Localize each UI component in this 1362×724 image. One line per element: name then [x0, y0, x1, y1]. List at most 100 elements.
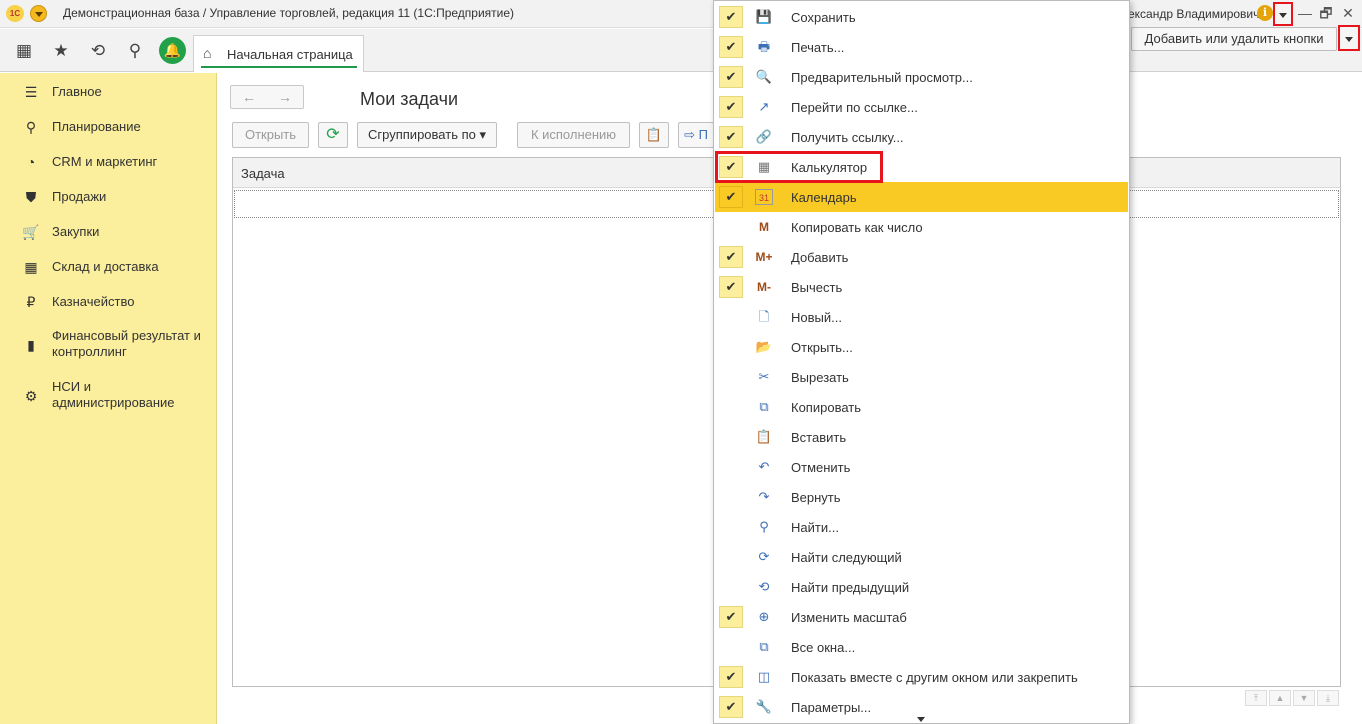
- checkmark-icon[interactable]: ✔: [719, 606, 743, 628]
- menu-item-label: Найти...: [791, 520, 839, 535]
- menu-item[interactable]: ✔ ↗ Перейти по ссылке...: [715, 92, 1128, 122]
- add-remove-buttons-button[interactable]: Добавить или удалить кнопки: [1131, 27, 1337, 51]
- maximize-button[interactable]: 🗗: [1317, 4, 1335, 22]
- forward-arrow-icon[interactable]: →: [267, 89, 303, 105]
- refresh-icon[interactable]: ⟳: [318, 122, 348, 148]
- scroll-top-icon[interactable]: ⤒: [1245, 690, 1267, 706]
- calculator-icon: ▦: [757, 159, 771, 174]
- favorites-icon[interactable]: ★: [51, 41, 71, 61]
- next-task-button[interactable]: ⇨ П: [678, 122, 714, 148]
- memory-icon: M: [759, 220, 769, 234]
- copy-icon: ⧉: [759, 399, 769, 414]
- menu-item[interactable]: ↷ Вернуть: [715, 482, 1128, 512]
- menu-item-label: Вставить: [791, 430, 847, 445]
- crm-icon: ◔: [26, 154, 36, 170]
- sidebar-item-label: Казначейство: [52, 294, 135, 309]
- menu-item-label: Параметры...: [791, 700, 872, 715]
- sidebar-item-crm[interactable]: ◔ CRM и маркетинг: [0, 153, 216, 175]
- clipboard-icon[interactable]: 📋: [639, 122, 669, 148]
- minimize-button[interactable]: —: [1296, 4, 1314, 22]
- column-header-task[interactable]: Задача: [241, 166, 285, 181]
- menu-item[interactable]: ✔ 🔍 Предварительный просмотр...: [715, 62, 1128, 92]
- menu-item[interactable]: ⟲ Найти предыдущий: [715, 572, 1128, 602]
- menu-item[interactable]: ✔ 🖶 Печать...: [715, 32, 1128, 62]
- menu-item[interactable]: 📂 Открыть...: [715, 332, 1128, 362]
- menu-item[interactable]: ⧉ Копировать: [715, 392, 1128, 422]
- main-menu-button[interactable]: [30, 5, 47, 22]
- notifications-bell-icon[interactable]: 🔔: [159, 37, 186, 64]
- to-execution-button[interactable]: К исполнению: [517, 122, 630, 148]
- menu-item[interactable]: ⧉ Все окна...: [715, 632, 1128, 662]
- sidebar-item-main[interactable]: ☰ Главное: [0, 83, 216, 105]
- menu-item[interactable]: ✔ 🔧 Параметры...: [715, 692, 1128, 722]
- sidebar-item-sales[interactable]: ⛊ Продажи: [0, 188, 216, 210]
- sidebar-item-administration[interactable]: ⚙ НСИ и администрирование: [0, 378, 216, 414]
- info-icon[interactable]: i: [1257, 5, 1273, 21]
- menu-item[interactable]: ⚲ Найти...: [715, 512, 1128, 542]
- menu-item[interactable]: ✔ ◫ Показать вместе с другим окном или зак…: [715, 662, 1128, 692]
- title-bar: 1С Демонстрационная база / Управление то…: [0, 0, 1362, 28]
- sidebar-item-label: CRM и маркетинг: [52, 154, 158, 169]
- bar-chart-icon: ▮: [27, 337, 35, 353]
- sidebar-item-treasury[interactable]: ₽ Казначейство: [0, 293, 216, 315]
- menu-item[interactable]: ↶ Отменить: [715, 452, 1128, 482]
- cut-icon: ✂: [758, 369, 770, 384]
- checkmark-icon[interactable]: ✔: [719, 186, 743, 208]
- window-title: Демонстрационная база / Управление торго…: [63, 6, 515, 20]
- search-icon[interactable]: ⚲: [125, 41, 145, 61]
- apps-grid-icon[interactable]: ▦: [14, 41, 34, 61]
- sidebar-item-purchases[interactable]: 🛒 Закупки: [0, 223, 216, 245]
- undo-icon: ↶: [758, 459, 770, 474]
- sidebar-item-financial-result[interactable]: ▮ Финансовый результат и контроллинг: [0, 327, 216, 363]
- scroll-up-icon[interactable]: ▲: [1269, 690, 1291, 706]
- checkmark-icon[interactable]: ✔: [719, 36, 743, 58]
- history-icon[interactable]: ⟲: [88, 41, 108, 61]
- user-name[interactable]: ександр Владимирович: [1128, 7, 1259, 21]
- system-menu-dropdown-button[interactable]: [1273, 2, 1293, 26]
- checkmark-icon[interactable]: ✔: [719, 96, 743, 118]
- wrench-icon: 🔧: [755, 699, 773, 714]
- checkmark-icon[interactable]: ✔: [719, 276, 743, 298]
- 1c-logo-icon: 1С: [6, 5, 24, 22]
- follow-link-icon: ↗: [758, 99, 770, 114]
- menu-item[interactable]: ✂ Вырезать: [715, 362, 1128, 392]
- tab-home[interactable]: ⌂ Начальная страница: [193, 35, 364, 72]
- checkmark-icon[interactable]: ✔: [719, 126, 743, 148]
- menu-item-label: Вырезать: [791, 370, 849, 385]
- checkmark-icon[interactable]: ✔: [719, 666, 743, 688]
- all-windows-icon: ⧉: [759, 639, 769, 654]
- checkmark-icon[interactable]: ✔: [719, 66, 743, 88]
- paste-icon: 📋: [755, 429, 773, 444]
- menu-item[interactable]: 🗋 Новый...: [715, 302, 1128, 332]
- scroll-down-icon[interactable]: ▼: [1293, 690, 1315, 706]
- memory-subtract-icon: M-: [757, 280, 771, 294]
- find-previous-icon: ⟲: [758, 579, 770, 594]
- back-arrow-icon[interactable]: ←: [231, 89, 267, 105]
- menu-item-label: Календарь: [791, 190, 857, 205]
- page-title: Мои задачи: [360, 89, 459, 109]
- menu-item[interactable]: M Копировать как число: [715, 212, 1128, 242]
- menu-item[interactable]: ✔ ⊕ Изменить масштаб: [715, 602, 1128, 632]
- save-icon: 💾: [755, 9, 773, 24]
- checkmark-icon[interactable]: ✔: [719, 246, 743, 268]
- menu-item[interactable]: ✔ 💾 Сохранить: [715, 2, 1128, 32]
- checkmark-icon[interactable]: ✔: [719, 696, 743, 718]
- sidebar-item-planning[interactable]: ⚲ Планирование: [0, 118, 216, 140]
- menu-item[interactable]: ⟳ Найти следующий: [715, 542, 1128, 572]
- menu-item[interactable]: ✔ M+ Добавить: [715, 242, 1128, 272]
- menu-item[interactable]: ✔ 31 Календарь: [715, 182, 1128, 212]
- checkmark-icon[interactable]: ✔: [719, 6, 743, 28]
- menu-item[interactable]: ✔ ▦ Калькулятор: [715, 152, 1128, 182]
- menu-item[interactable]: ✔ M- Вычесть: [715, 272, 1128, 302]
- menu-item[interactable]: ✔ 🔗 Получить ссылку...: [715, 122, 1128, 152]
- group-by-button[interactable]: Сгруппировать по ▾: [357, 122, 497, 148]
- close-button[interactable]: ✕: [1339, 4, 1357, 22]
- menu-item[interactable]: 📋 Вставить: [715, 422, 1128, 452]
- add-remove-dropdown-button[interactable]: [1338, 25, 1360, 51]
- scroll-bottom-icon[interactable]: ⤓: [1317, 690, 1339, 706]
- sidebar-item-warehouse[interactable]: ▦ Склад и доставка: [0, 258, 216, 280]
- find-icon: ⚲: [759, 519, 769, 534]
- open-button[interactable]: Открыть: [232, 122, 309, 148]
- sidebar-item-label: Главное: [52, 84, 102, 99]
- checkmark-icon[interactable]: ✔: [719, 156, 743, 178]
